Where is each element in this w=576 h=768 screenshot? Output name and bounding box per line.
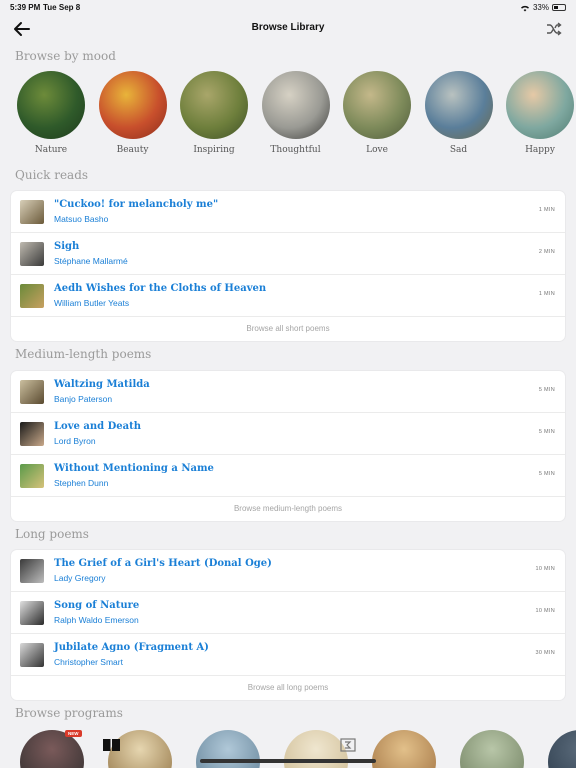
wifi-icon	[520, 5, 529, 11]
poem-author[interactable]: William Butler Yeats	[54, 298, 129, 308]
poem-title[interactable]: Song of Nature	[54, 600, 139, 611]
poem-author[interactable]: Ralph Waldo Emerson	[54, 615, 139, 625]
mood-image	[343, 71, 411, 139]
status-time: 5:39 PM	[10, 3, 41, 12]
mood-label: Thoughtful	[270, 145, 321, 155]
status-bar: 5:39 PM Tue Sep 8 33%	[0, 0, 576, 14]
browse-all-link[interactable]: Browse medium-length poems	[11, 497, 565, 521]
mood-item-inspiring[interactable]: Inspiring	[179, 71, 249, 155]
mood-label: Inspiring	[193, 145, 235, 155]
poem-title[interactable]: The Grief of a Girl's Heart (Donal Oge)	[54, 558, 272, 569]
mood-label: Nature	[34, 145, 68, 155]
mood-item-nature[interactable]: Nature	[16, 71, 86, 155]
poem-author[interactable]: Lady Gregory	[54, 573, 106, 583]
long-poems-card: The Grief of a Girl's Heart (Donal Oge) L…	[11, 550, 565, 700]
mood-item-love[interactable]: Love	[342, 71, 412, 155]
poem-duration: 5 MIN	[538, 471, 555, 477]
status-date: Tue Sep 8	[43, 3, 81, 12]
poem-thumbnail	[20, 464, 44, 488]
poem-thumbnail	[20, 200, 44, 224]
mood-row: Nature Beauty Inspiring Thoughtful Love Sad Ha…	[16, 71, 576, 161]
browse-all-link[interactable]: Browse all long poems	[11, 676, 565, 700]
book-icon[interactable]	[340, 738, 356, 752]
poem-row[interactable]: Aedh Wishes for the Cloths of Heaven Will…	[11, 275, 565, 317]
poem-thumbnail	[20, 643, 44, 667]
poem-duration: 5 MIN	[538, 429, 555, 435]
section-title-mood: Browse by mood	[15, 49, 116, 63]
mood-image	[424, 71, 493, 139]
poem-row[interactable]: The Grief of a Girl's Heart (Donal Oge) L…	[11, 550, 565, 592]
nav-bar: Browse Library	[0, 14, 576, 44]
mood-label: Beauty	[116, 145, 149, 155]
poem-title[interactable]: "Cuckoo! for melancholy me"	[54, 199, 218, 210]
battery-percent: 33%	[532, 3, 549, 12]
library-icon[interactable]	[103, 739, 120, 751]
poem-thumbnail	[20, 242, 44, 266]
program-item[interactable]	[460, 730, 524, 768]
poem-author[interactable]: Banjo Paterson	[54, 394, 112, 404]
mood-label: Love	[366, 145, 388, 155]
status-right: 33%	[520, 3, 566, 12]
mood-item-beauty[interactable]: Beauty	[98, 71, 168, 155]
mood-image	[261, 71, 330, 139]
poem-author[interactable]: Stephen Dunn	[54, 478, 108, 488]
page-title: Browse Library	[251, 22, 325, 33]
home-indicator	[200, 759, 376, 763]
program-item[interactable]	[372, 730, 436, 768]
mood-image	[180, 71, 248, 139]
mood-label: Happy	[525, 145, 555, 155]
section-title-programs: Browse programs	[15, 706, 123, 720]
shuffle-icon[interactable]	[546, 21, 562, 37]
section-title-long: Long poems	[15, 527, 89, 541]
medium-poems-card: Waltzing Matilda Banjo Paterson 5 MIN Love …	[11, 371, 565, 521]
poem-duration: 30 MIN	[535, 650, 555, 656]
poem-author[interactable]: Stéphane Mallarmé	[54, 256, 128, 266]
poem-thumbnail	[20, 380, 44, 404]
poem-row[interactable]: Sigh Stéphane Mallarmé 2 MIN	[11, 233, 565, 275]
poem-title[interactable]: Sigh	[54, 241, 79, 252]
mood-image	[17, 71, 85, 139]
poem-thumbnail	[20, 422, 44, 446]
poem-title[interactable]: Aedh Wishes for the Cloths of Heaven	[54, 283, 266, 294]
poem-duration: 1 MIN	[538, 291, 555, 297]
poem-thumbnail	[20, 559, 44, 583]
poem-duration: 1 MIN	[538, 207, 555, 213]
poem-duration: 2 MIN	[538, 249, 555, 255]
poem-row[interactable]: Without Mentioning a Name Stephen Dunn 5 M…	[11, 455, 565, 497]
battery-icon	[552, 4, 566, 11]
mood-item-happy[interactable]: Happy	[505, 71, 575, 155]
poem-thumbnail	[20, 601, 44, 625]
mood-image	[506, 71, 574, 139]
poem-row[interactable]: Song of Nature Ralph Waldo Emerson 10 MIN	[11, 592, 565, 634]
poem-row[interactable]: "Cuckoo! for melancholy me" Matsuo Basho 1…	[11, 191, 565, 233]
poem-title[interactable]: Love and Death	[54, 421, 141, 432]
poem-author[interactable]: Christopher Smart	[54, 657, 123, 667]
quick-reads-card: "Cuckoo! for melancholy me" Matsuo Basho 1…	[11, 191, 565, 341]
poem-row[interactable]: Love and Death Lord Byron 5 MIN	[11, 413, 565, 455]
poem-title[interactable]: Waltzing Matilda	[54, 379, 150, 390]
poem-duration: 10 MIN	[535, 566, 555, 572]
poem-title[interactable]: Without Mentioning a Name	[54, 463, 214, 474]
poem-author[interactable]: Lord Byron	[54, 436, 96, 446]
mood-item-sad[interactable]: Sad	[424, 71, 494, 155]
program-item[interactable]	[548, 730, 576, 768]
mood-image	[98, 71, 167, 139]
mood-item-thoughtful[interactable]: Thoughtful	[261, 71, 331, 155]
new-badge: NEW	[65, 730, 82, 737]
poem-duration: 10 MIN	[535, 608, 555, 614]
section-title-medium: Medium-length poems	[15, 347, 152, 361]
browse-all-link[interactable]: Browse all short poems	[11, 317, 565, 341]
poem-title[interactable]: Jubilate Agno (Fragment A)	[54, 642, 209, 653]
poem-thumbnail	[20, 284, 44, 308]
section-title-quick-reads: Quick reads	[15, 168, 89, 182]
mood-label: Sad	[449, 145, 468, 155]
poem-row[interactable]: Jubilate Agno (Fragment A) Christopher Sm…	[11, 634, 565, 676]
poem-author[interactable]: Matsuo Basho	[54, 214, 108, 224]
poem-row[interactable]: Waltzing Matilda Banjo Paterson 5 MIN	[11, 371, 565, 413]
poem-duration: 5 MIN	[538, 387, 555, 393]
